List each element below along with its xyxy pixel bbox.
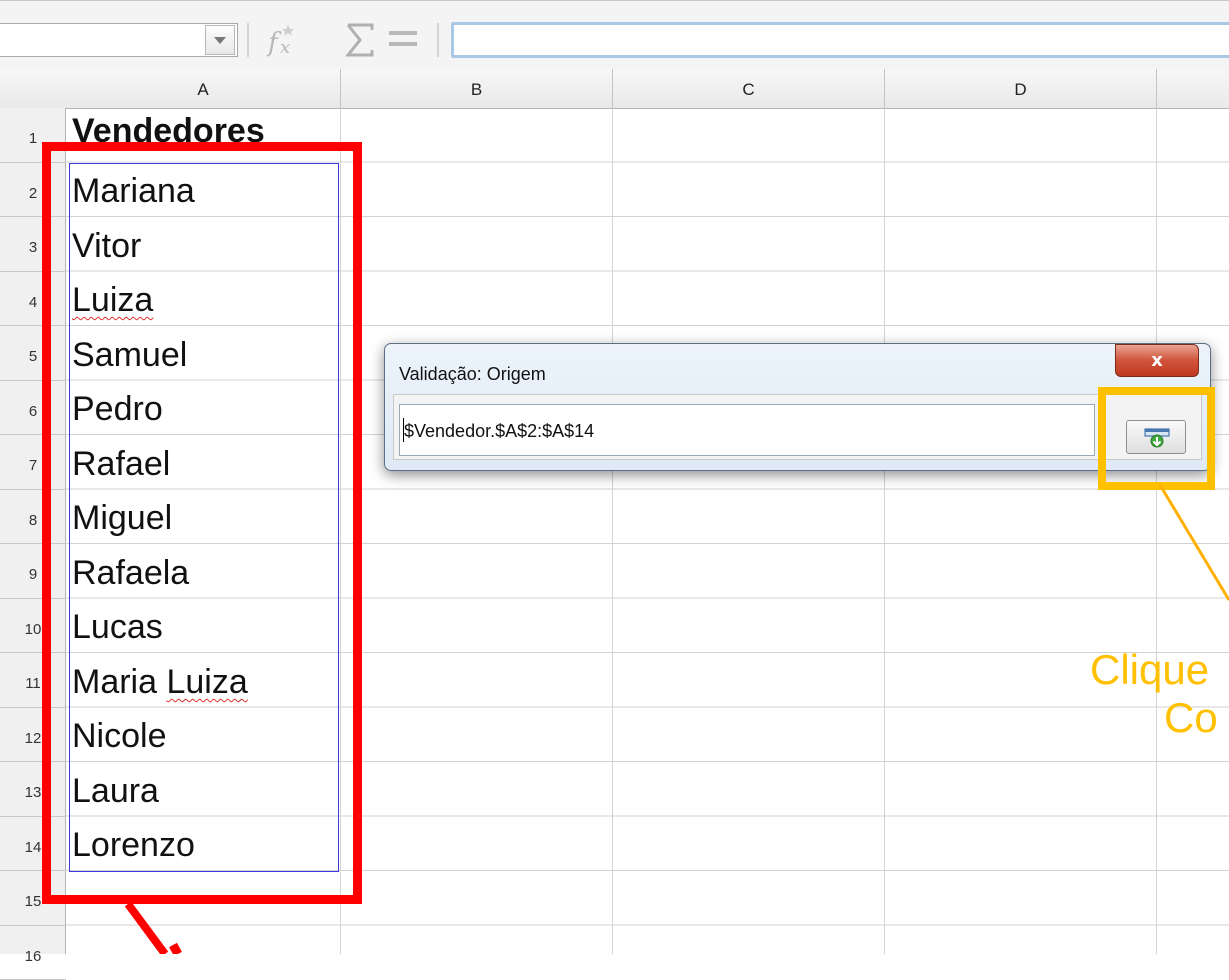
column-header-b[interactable]: B <box>341 69 613 108</box>
column-headers: A B C D <box>0 69 1229 109</box>
column-header-a[interactable]: A <box>66 69 341 108</box>
close-button[interactable]: x <box>1115 344 1199 377</box>
text-caret <box>403 418 404 442</box>
range-source-input[interactable]: $Vendedor.$A$2:$A$14 <box>399 404 1095 456</box>
row-header[interactable]: 16 <box>0 926 66 980</box>
annotation-line-2: Co <box>1090 694 1218 741</box>
yellow-highlight-box <box>1098 387 1215 490</box>
name-box-dropdown[interactable] <box>205 25 235 55</box>
chevron-down-icon <box>214 37 226 45</box>
validation-source-dialog: Validação: Origem x $Vendedor.$A$2:$A$14 <box>384 343 1211 471</box>
annotation-line-1: Clique <box>1090 646 1209 693</box>
function-wizard-icon[interactable]: f x <box>266 19 300 59</box>
dialog-title: Validação: Origem <box>399 364 546 385</box>
annotation-text: Clique Co <box>1090 646 1218 742</box>
red-highlight-box <box>42 142 362 904</box>
column-header-d[interactable]: D <box>885 69 1157 108</box>
sum-icon[interactable] <box>345 21 375 59</box>
toolbar-separator <box>247 23 249 57</box>
toolbar-separator <box>437 23 439 57</box>
close-icon: x <box>1151 350 1163 371</box>
svg-text:x: x <box>280 37 290 58</box>
column-header-c[interactable]: C <box>613 69 885 108</box>
equals-icon[interactable] <box>387 25 419 53</box>
formula-input[interactable] <box>451 22 1229 58</box>
name-box[interactable] <box>0 23 238 57</box>
formula-toolbar: f x <box>0 0 1229 70</box>
